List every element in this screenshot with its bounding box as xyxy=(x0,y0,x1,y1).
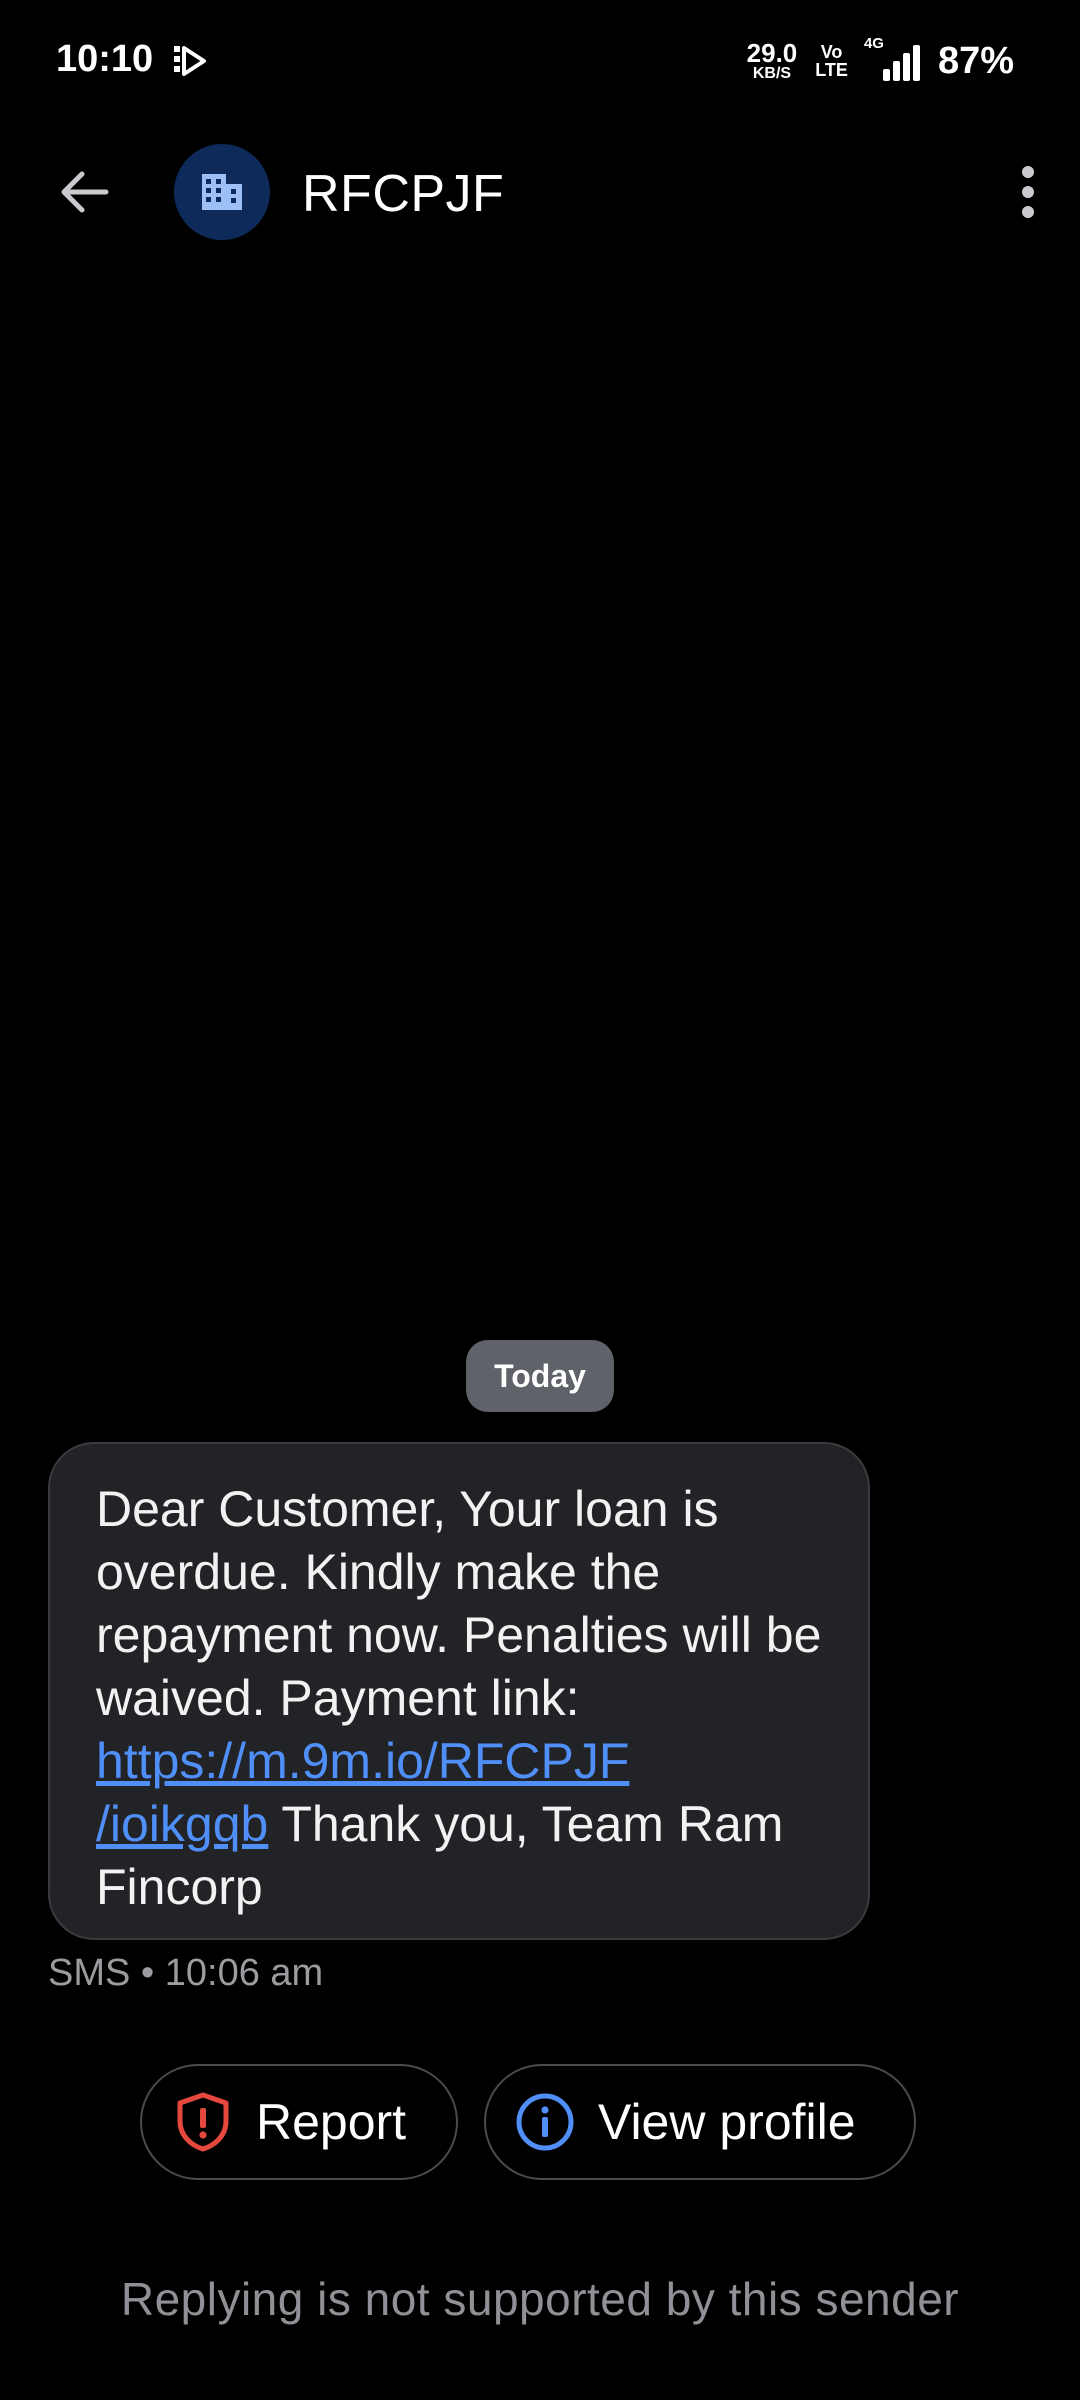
message-bubble[interactable]: Dear Customer, Your loan is overdue. Kin… xyxy=(48,1442,870,1940)
view-profile-button[interactable]: View profile xyxy=(484,2064,916,2180)
message-text: Dear Customer, Your loan is overdue. Kin… xyxy=(96,1478,824,1919)
status-bar: 10:10 29.0 KB/S Vo LTE 4G 87% xyxy=(0,0,1080,120)
battery-level: 87% xyxy=(937,39,1014,82)
info-icon xyxy=(514,2091,576,2153)
back-button[interactable] xyxy=(44,160,124,224)
reply-not-supported-notice: Replying is not supported by this sender xyxy=(120,2273,960,2325)
volte-indicator: Vo LTE xyxy=(815,43,848,79)
more-options-button[interactable] xyxy=(998,150,1058,234)
network-speed: 29.0 KB/S xyxy=(747,40,798,82)
more-vertical-icon xyxy=(1022,166,1034,218)
arrow-left-icon xyxy=(61,171,109,213)
date-divider: Today xyxy=(466,1340,614,1412)
report-button[interactable]: Report xyxy=(140,2064,458,2180)
volte-bottom: LTE xyxy=(815,60,848,80)
network-speed-value: 29.0 xyxy=(746,38,798,68)
status-indicators: 29.0 KB/S Vo LTE 4G 87% xyxy=(747,35,1014,86)
payment-link-line1: https://m.9m.io/RFCPJF xyxy=(96,1733,630,1789)
network-speed-unit: KB/S xyxy=(752,65,792,82)
volte-top: Vo xyxy=(820,42,843,62)
view-profile-label: View profile xyxy=(598,2094,856,2150)
status-time: 10:10 xyxy=(56,38,154,80)
sender-name[interactable]: RFCPJF xyxy=(302,164,504,224)
payment-link-line2: /ioikgqb xyxy=(96,1796,269,1852)
message-body-start: Dear Customer, Your loan is overdue. Kin… xyxy=(96,1481,822,1726)
conversation-header: RFCPJF xyxy=(0,130,1080,254)
signal-strength-icon: 4G xyxy=(864,35,920,81)
building-icon xyxy=(202,174,242,210)
sender-avatar[interactable] xyxy=(174,144,270,240)
report-label: Report xyxy=(256,2094,407,2150)
media-play-icon xyxy=(170,42,208,80)
network-type: 4G xyxy=(863,35,884,52)
message-meta: SMS • 10:06 am xyxy=(48,1952,324,1994)
shield-alert-icon xyxy=(172,2091,234,2153)
